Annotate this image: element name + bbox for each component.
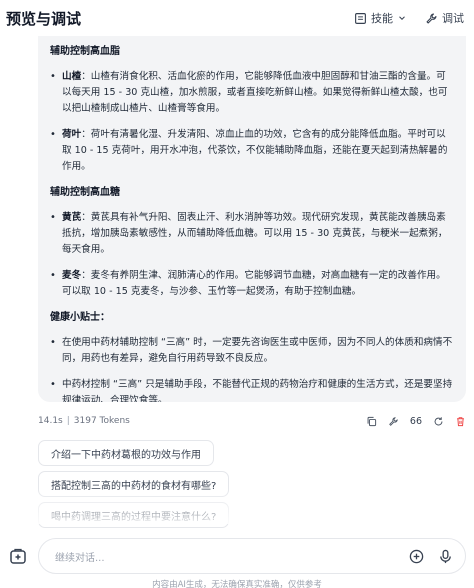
- wrench-icon: [426, 13, 437, 23]
- ai-disclaimer: 内容由AI生成，无法确保真实准确，仅供参考: [152, 580, 322, 588]
- mic-icon[interactable]: [438, 549, 453, 564]
- new-chat-icon[interactable]: [8, 546, 28, 566]
- list-item: • 麦冬：麦冬有养阴生津、润肺清心的作用。它能够调节血糖，对高血糖有一定的改善作…: [50, 268, 454, 300]
- herb-name: 麦冬: [62, 270, 82, 281]
- composer: 继续对话...: [0, 538, 474, 574]
- skills-label: 技能: [371, 12, 393, 25]
- bullet: •: [50, 379, 56, 390]
- list-item: • 荷叶：荷叶有清暑化湿、升发清阳、凉血止血的功效，它含有的成分能降低血脂。平时…: [50, 127, 454, 175]
- list-item: • 中药材控制 “三高” 只是辅助手段，不能替代正规的药物治疗和健康的生活方式，…: [50, 377, 454, 402]
- chevron-down-icon: [399, 16, 405, 20]
- herb-description: ：山楂有消食化积、活血化瘀的作用，它能够降低血液中胆固醇和甘油三酯的含量。可以每…: [62, 71, 448, 114]
- list-item: • 在使用中药材辅助控制 “三高” 时，一定要先咨询医生或中医师，因为不同人的体…: [50, 335, 454, 367]
- skills-dropdown[interactable]: 技能: [354, 10, 407, 26]
- message-input[interactable]: 继续对话...: [38, 538, 466, 574]
- input-placeholder: 继续对话...: [55, 552, 105, 564]
- herb-name: 山楂: [62, 71, 82, 82]
- meta-separator: |: [66, 416, 70, 426]
- message-meta: 14.1s | 3197 Tokens 66: [38, 412, 466, 430]
- page-title: 预览与调试: [6, 9, 82, 28]
- bullet: •: [50, 270, 56, 281]
- delete-icon[interactable]: [455, 416, 466, 427]
- bullet: •: [50, 337, 56, 348]
- tip-text: 在使用中药材辅助控制 “三高” 时，一定要先咨询医生或中医师，因为不同人的体质和…: [62, 337, 453, 364]
- herb-description: ：荷叶有清暑化湿、升发清阳、凉血止血的功效，它含有的成分能降低血脂。平时可以取 …: [62, 129, 448, 172]
- debug-label: 调试: [442, 12, 464, 25]
- suggestion-chip[interactable]: 介绍一下中药材葛根的功效与作用: [38, 440, 214, 466]
- tip-text: 中药材控制 “三高” 只是辅助手段，不能替代正规的药物治疗和健康的生活方式，还是…: [62, 379, 453, 402]
- bullet: •: [50, 212, 56, 223]
- section-title: 健康小贴士：: [50, 312, 110, 323]
- list-item: • 黄芪：黄芪具有补气升阳、固表止汗、利水消肿等功效。现代研究发现，黄芪能改善胰…: [50, 210, 454, 258]
- token-count: 3197 Tokens: [73, 416, 130, 426]
- section-title: 辅助控制高血糖: [50, 187, 120, 198]
- bullet: •: [50, 129, 56, 140]
- copy-icon[interactable]: [366, 416, 377, 427]
- add-icon[interactable]: [409, 549, 424, 564]
- herb-name: 黄芪: [62, 212, 82, 223]
- herb-description: ：黄芪具有补气升阳、固表止汗、利水消肿等功效。现代研究发现，黄芪能改善胰岛素抵抗…: [62, 212, 448, 255]
- section-hyperlipidemia: 辅助控制高血脂 • 山楂：山楂有消食化积、活血化瘀的作用，它能够降低血液中胆固醇…: [50, 44, 454, 175]
- bullet: •: [50, 71, 56, 82]
- message-actions: 66: [366, 416, 466, 427]
- section-title: 辅助控制高血脂: [50, 46, 120, 57]
- tool-icon[interactable]: [388, 416, 399, 427]
- response-time: 14.1s: [38, 416, 63, 426]
- list-item: • 山楂：山楂有消食化积、活血化瘀的作用，它能够降低血液中胆固醇和甘油三酯的含量…: [50, 69, 454, 117]
- herb-description: ：麦冬有养阴生津、润肺清心的作用。它能够调节血糖，对高血糖有一定的改善作用。可以…: [62, 270, 446, 297]
- refresh-icon[interactable]: [433, 416, 444, 427]
- header-bar: 预览与调试 技能 调试: [0, 0, 474, 36]
- book-icon: [355, 12, 366, 24]
- section-hyperglycemia: 辅助控制高血糖 • 黄芪：黄芪具有补气升阳、固表止汗、利水消肿等功效。现代研究发…: [50, 185, 454, 300]
- quote-count[interactable]: 66: [410, 416, 422, 427]
- section-health-tips: 健康小贴士： • 在使用中药材辅助控制 “三高” 时，一定要先咨询医生或中医师，…: [50, 310, 454, 402]
- debug-button[interactable]: 调试: [425, 10, 464, 26]
- suggestion-chip[interactable]: 喝中药调理三高的过程中要注意什么?: [38, 502, 230, 528]
- assistant-message: 辅助控制高血脂 • 山楂：山楂有消食化积、活血化瘀的作用，它能够降低血液中胆固醇…: [38, 36, 466, 402]
- herb-name: 荷叶: [62, 129, 82, 140]
- suggestion-chip[interactable]: 搭配控制三高的中药材的食材有哪些?: [38, 471, 230, 497]
